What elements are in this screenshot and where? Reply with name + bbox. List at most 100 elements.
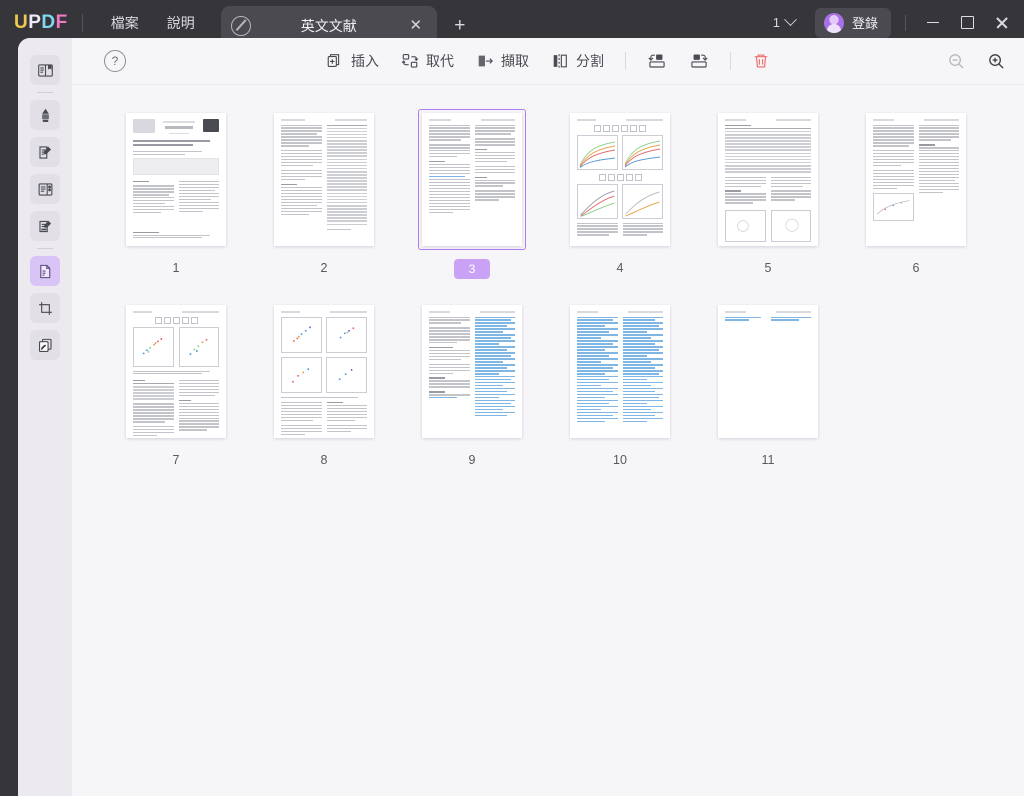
trash-icon xyxy=(754,54,768,68)
minimize-button[interactable] xyxy=(916,8,950,38)
workspace: ? 插入 取代 擷取 分割 1 2 3 4 5 6 7 8 9 10 11 xyxy=(18,38,1024,796)
page-thumbnail-10[interactable]: 10 xyxy=(546,301,694,469)
toolbar-actions: 插入 取代 擷取 分割 xyxy=(317,45,779,77)
replace-pages-button[interactable]: 取代 xyxy=(392,45,463,77)
chevron-down-icon xyxy=(784,13,797,27)
zoom-out-button[interactable] xyxy=(944,49,968,73)
sidebar-item-comment[interactable] xyxy=(30,211,60,241)
sidebar-item-annotate[interactable] xyxy=(30,100,60,130)
split-pages-label: 分割 xyxy=(576,53,604,69)
sidebar-item-crop[interactable] xyxy=(30,293,60,323)
left-sidebar xyxy=(18,38,72,796)
page-count-selector[interactable]: 1 xyxy=(765,11,803,34)
page-preview-10 xyxy=(570,305,670,438)
page-number-2: 2 xyxy=(320,261,328,275)
logo-letter-u: U xyxy=(14,11,29,33)
page-thumbnail-11[interactable]: 11 xyxy=(694,301,842,469)
close-icon[interactable]: ✕ xyxy=(405,15,427,37)
page-number-10: 10 xyxy=(613,453,627,467)
sidebar-item-convert[interactable] xyxy=(30,330,60,360)
zoom-in-button[interactable] xyxy=(984,49,1008,73)
insert-pages-button[interactable]: 插入 xyxy=(317,45,388,77)
toolbar-divider-1 xyxy=(625,52,626,70)
page-thumbnail-7[interactable]: 7 xyxy=(102,301,250,469)
window-close-icon xyxy=(995,16,1008,29)
titlebar-right-group: 1 登錄 xyxy=(765,7,1024,38)
menu-file[interactable]: 檔案 xyxy=(97,7,153,39)
form-fields-icon xyxy=(38,182,52,196)
extract-pages-label: 擷取 xyxy=(501,53,529,69)
updf-logo: U P D F xyxy=(14,12,68,34)
replace-pages-icon xyxy=(401,53,419,68)
page-thumbnail-4[interactable]: 4 xyxy=(546,109,694,279)
page-thumbnail-3[interactable]: 3 xyxy=(398,109,546,279)
edit-document-icon xyxy=(38,145,51,159)
page-number-5: 5 xyxy=(764,261,772,275)
page-thumbnail-8[interactable]: 8 xyxy=(250,301,398,469)
sidebar-item-organize-pages[interactable] xyxy=(30,256,60,286)
thumbnail-row-2: 7 8 9 10 11 xyxy=(102,301,994,491)
page-number-4: 4 xyxy=(616,261,624,275)
rotate-right-button[interactable] xyxy=(680,45,718,77)
page-thumbnail-grid[interactable]: 1 2 3 4 5 6 7 8 9 10 11 xyxy=(72,85,1024,796)
sign-in-button[interactable]: 登錄 xyxy=(814,7,891,38)
page-thumbnail-placeholder xyxy=(842,301,990,469)
no-annotation-circle-slash-icon xyxy=(230,15,251,36)
page-preview-9 xyxy=(422,305,522,438)
highlighter-pen-icon xyxy=(41,108,49,122)
menu-help[interactable]: 說明 xyxy=(153,7,209,39)
page-preview-7 xyxy=(126,305,226,438)
replace-pages-label: 取代 xyxy=(426,53,454,69)
rotate-right-icon xyxy=(691,54,708,68)
sidebar-item-form[interactable] xyxy=(30,174,60,204)
maximize-button[interactable] xyxy=(950,8,984,38)
page-thumbnail-1[interactable]: 1 xyxy=(102,109,250,279)
main-content: ? 插入 取代 擷取 分割 1 2 3 4 5 6 7 8 9 10 11 xyxy=(72,38,1024,796)
window-close-button[interactable] xyxy=(984,8,1018,38)
page-thumbnail-5[interactable]: 5 xyxy=(694,109,842,279)
page-preview-8 xyxy=(274,305,374,438)
page-number-6: 6 xyxy=(912,261,920,275)
new-tab-button[interactable]: + xyxy=(447,13,473,39)
page-preview-1 xyxy=(126,113,226,246)
maximize-icon xyxy=(960,16,974,29)
book-reader-icon xyxy=(37,63,53,77)
sign-in-label: 登錄 xyxy=(851,16,878,31)
logo-letter-p: P xyxy=(28,11,42,33)
page-plus-icon xyxy=(327,54,340,67)
extract-pages-icon xyxy=(478,55,493,67)
page-number-11: 11 xyxy=(761,453,775,467)
page-number-7: 7 xyxy=(172,453,180,467)
sidebar-divider-1 xyxy=(37,92,53,93)
sidebar-item-reader[interactable] xyxy=(30,55,60,85)
comment-edit-icon xyxy=(38,220,51,232)
zoom-controls xyxy=(944,49,1008,73)
zoom-out-icon xyxy=(948,53,964,69)
minimize-icon xyxy=(927,21,939,24)
split-pages-button[interactable]: 分割 xyxy=(542,45,613,77)
page-preview-4 xyxy=(570,113,670,246)
convert-pages-icon xyxy=(38,338,52,352)
page-thumbnail-9[interactable]: 9 xyxy=(398,301,546,469)
page-number-9: 9 xyxy=(468,453,476,467)
page-number-3: 3 xyxy=(454,259,490,279)
sidebar-item-edit[interactable] xyxy=(30,137,60,167)
rotate-left-button[interactable] xyxy=(638,45,676,77)
page-thumbnail-6[interactable]: 6 xyxy=(842,109,990,279)
delete-pages-button[interactable] xyxy=(743,46,779,76)
page-count-value: 1 xyxy=(772,15,780,30)
toolbar-divider-2 xyxy=(730,52,731,70)
page-preview-3 xyxy=(422,113,522,246)
page-organize-icon xyxy=(39,264,50,278)
page-number-8: 8 xyxy=(320,453,328,467)
insert-pages-label: 插入 xyxy=(351,53,379,69)
page-number-1: 1 xyxy=(172,261,180,275)
split-pages-icon xyxy=(553,54,567,68)
help-icon[interactable]: ? xyxy=(104,50,126,72)
logo-letter-f: F xyxy=(55,11,68,33)
extract-pages-button[interactable]: 擷取 xyxy=(467,45,538,77)
page-preview-6 xyxy=(866,113,966,246)
updf-window: U P D F 檔案 說明 英文文献 ✕ + 1 登錄 ? 插入 取代 擷取 分… xyxy=(0,0,1024,796)
rotate-left-icon xyxy=(648,54,665,68)
page-thumbnail-2[interactable]: 2 xyxy=(250,109,398,279)
